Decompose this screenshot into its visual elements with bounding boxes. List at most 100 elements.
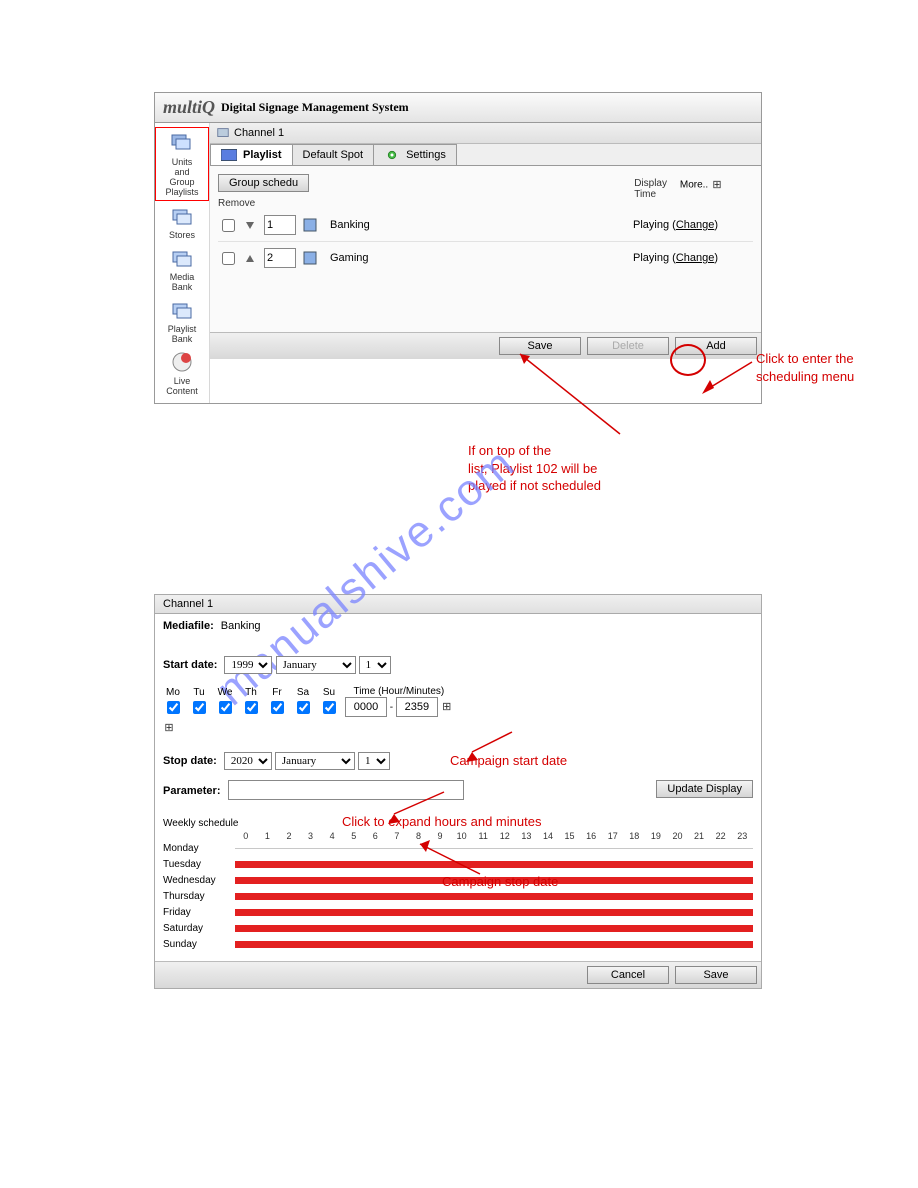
channel-icon <box>216 126 230 140</box>
update-display-button[interactable]: Update Display <box>656 780 753 798</box>
sidebar-item-label: Media Bank <box>170 272 195 292</box>
day-su-checkbox[interactable] <box>323 701 336 714</box>
sidebar-item-label: Live Content <box>166 376 198 396</box>
sidebar-item-label: Playlist Bank <box>168 324 197 344</box>
schedule-header: Channel 1 <box>155 595 761 614</box>
plus-icon[interactable]: ⊞ <box>711 178 723 190</box>
day-label: We <box>218 687 233 698</box>
tab-label: Default Spot <box>303 149 364 161</box>
system-title: Digital Signage Management System <box>221 100 409 115</box>
stop-month-select[interactable]: January <box>275 752 355 770</box>
order-input[interactable] <box>264 248 296 268</box>
schedule-window: Channel 1 Mediafile: Banking Start date:… <box>154 594 762 989</box>
day-label: Fr <box>272 687 281 698</box>
tab-label: Playlist <box>243 149 282 161</box>
playlist-row: Gaming Playing (Change) <box>218 244 753 272</box>
status-cell: Playing (Change) <box>633 252 753 264</box>
left-sidebar: Units and Group Playlists Stores Media B… <box>155 123 210 403</box>
col-display-time: Display Time <box>634 178 667 200</box>
ws-row-sat[interactable]: Saturday <box>163 921 753 937</box>
tab-label: Settings <box>406 149 446 161</box>
ws-row-mon[interactable]: Monday <box>163 841 753 857</box>
stop-year-select[interactable]: 2020 <box>224 752 272 770</box>
weekday-row: Mo Tu We Th Fr Sa Su Time (Hour/Minutes)… <box>163 686 753 717</box>
ws-row-sun[interactable]: Sunday <box>163 937 753 953</box>
change-link[interactable]: Change <box>676 252 715 264</box>
annotation-text: If on top of the list, Playlist 102 will… <box>468 442 601 495</box>
sidebar-item-live[interactable]: Live Content <box>155 347 209 399</box>
day-tu-checkbox[interactable] <box>193 701 206 714</box>
save-button[interactable]: Save <box>499 337 581 355</box>
parameter-input[interactable] <box>228 780 464 800</box>
ws-hours-header: 0123 4567 891011 12131415 16171819 20212… <box>163 831 753 841</box>
monitor-icon <box>221 149 237 161</box>
delete-button[interactable]: Delete <box>587 337 669 355</box>
sidebar-item-stores[interactable]: Stores <box>155 201 209 243</box>
status-cell: Playing (Change) <box>633 219 753 231</box>
weekly-schedule: Weekly schedule 0123 4567 891011 1213141… <box>163 818 753 953</box>
remove-checkbox[interactable] <box>222 219 235 232</box>
sidebar-item-media-bank[interactable]: Media Bank <box>155 243 209 295</box>
playlist-icon <box>170 298 194 322</box>
stop-date-row: Stop date: 2020 January 1 <box>163 752 753 770</box>
ws-row-tue[interactable]: Tuesday <box>163 857 753 873</box>
col-remove: Remove <box>218 198 753 209</box>
annotation-circle <box>670 344 706 376</box>
day-label: Tu <box>193 687 204 698</box>
change-link[interactable]: Change <box>676 219 715 231</box>
mediafile-row: Mediafile: Banking <box>163 620 753 632</box>
tab-bar: Playlist Default Spot Settings <box>210 144 761 166</box>
ws-title: Weekly schedule <box>163 818 753 829</box>
day-sa-checkbox[interactable] <box>297 701 310 714</box>
stop-date-label: Stop date: <box>163 755 217 767</box>
folder-stack-icon <box>170 246 194 270</box>
playlist-name: Banking <box>330 219 629 231</box>
remove-checkbox[interactable] <box>222 252 235 265</box>
start-day-select[interactable]: 1 <box>359 656 391 674</box>
schedule-footer: Cancel Save <box>155 961 761 988</box>
ws-row-fri[interactable]: Friday <box>163 905 753 921</box>
start-month-select[interactable]: January <box>276 656 356 674</box>
start-date-row: Start date: 1999 January 1 <box>163 656 753 674</box>
start-year-select[interactable]: 1999 <box>224 656 272 674</box>
sidebar-item-playlist-bank[interactable]: Playlist Bank <box>155 295 209 347</box>
annotation-text: Click to enter the scheduling menu <box>756 350 854 385</box>
playlist-row: Banking Playing (Change) <box>218 211 753 239</box>
tab-settings[interactable]: Settings <box>373 144 457 165</box>
ws-row-thu[interactable]: Thursday <box>163 889 753 905</box>
day-label: Sa <box>297 687 309 698</box>
time-to-input[interactable] <box>396 697 438 717</box>
day-mo-checkbox[interactable] <box>167 701 180 714</box>
time-from-input[interactable] <box>345 697 387 717</box>
order-input[interactable] <box>264 215 296 235</box>
tab-playlist[interactable]: Playlist <box>210 144 293 165</box>
time-expand-button[interactable]: ⊞ <box>441 701 453 713</box>
sidebar-item-units[interactable]: Units and Group Playlists <box>155 127 209 201</box>
day-label: Th <box>245 687 257 698</box>
move-up-icon[interactable] <box>242 250 258 266</box>
day-we-checkbox[interactable] <box>219 701 232 714</box>
breadcrumb-label: Channel 1 <box>234 127 284 139</box>
disk-icon[interactable] <box>302 217 318 233</box>
start-date-label: Start date: <box>163 659 217 671</box>
cancel-button[interactable]: Cancel <box>587 966 669 984</box>
save-button[interactable]: Save <box>675 966 757 984</box>
col-more[interactable]: More.. ⊞ <box>680 178 723 191</box>
ws-row-wed[interactable]: Wednesday <box>163 873 753 889</box>
parameter-label: Parameter: <box>163 785 220 797</box>
sidebar-item-label: Stores <box>169 230 195 240</box>
day-fr-checkbox[interactable] <box>271 701 284 714</box>
time-label: Time (Hour/Minutes) <box>353 686 444 697</box>
stop-day-select[interactable]: 1 <box>358 752 390 770</box>
app-header: multiQ Digital Signage Management System <box>155 93 761 123</box>
add-time-row-button[interactable]: ⊞ <box>163 721 175 733</box>
tab-default-spot[interactable]: Default Spot <box>292 144 375 165</box>
day-label: Su <box>323 687 335 698</box>
gear-icon <box>384 149 400 161</box>
group-schedule-button[interactable]: Group schedu <box>218 174 309 192</box>
disk-icon[interactable] <box>302 250 318 266</box>
day-label: Mo <box>166 687 180 698</box>
move-down-icon[interactable] <box>242 217 258 233</box>
day-th-checkbox[interactable] <box>245 701 258 714</box>
brand-logo: multiQ <box>163 97 215 118</box>
